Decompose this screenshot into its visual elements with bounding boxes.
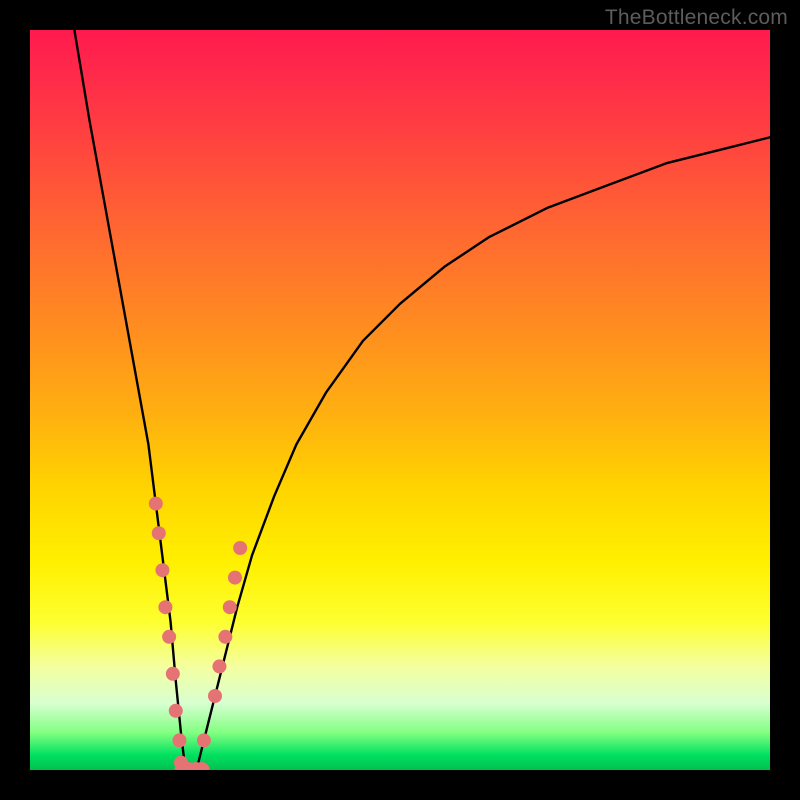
chart-frame: TheBottleneck.com: [0, 0, 800, 800]
curve-markers: [149, 497, 247, 770]
marker-dot: [197, 733, 211, 747]
bottleneck-curve: [74, 30, 770, 770]
marker-dot: [208, 689, 222, 703]
marker-dot: [233, 541, 247, 555]
curve-svg: [30, 30, 770, 770]
marker-dot: [149, 497, 163, 511]
watermark-text: TheBottleneck.com: [605, 6, 788, 30]
marker-dot: [169, 704, 183, 718]
marker-dot: [212, 659, 226, 673]
marker-dot: [155, 563, 169, 577]
marker-dot: [152, 526, 166, 540]
marker-dot: [228, 571, 242, 585]
marker-dot: [166, 667, 180, 681]
marker-dot: [162, 630, 176, 644]
plot-area: [30, 30, 770, 770]
marker-dot: [218, 630, 232, 644]
marker-dot: [223, 600, 237, 614]
marker-dot: [172, 733, 186, 747]
marker-dot: [158, 600, 172, 614]
